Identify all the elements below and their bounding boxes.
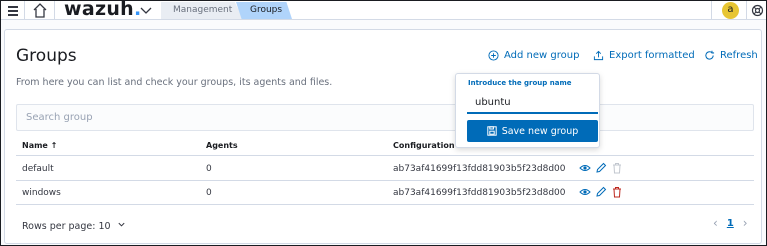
menu-icon-bar [8,10,18,12]
save-new-group-label: Save new group [501,125,579,137]
column-agents-header[interactable]: Agents [206,141,238,150]
page-title: Groups [16,46,77,66]
top-header: wazuh. Management Groups a [1,1,766,20]
table-header: Name ↑ Agents Configuration check [16,136,754,156]
trash-icon [613,163,621,174]
refresh-label: Refresh [720,50,758,61]
menu-icon-bar [8,14,18,16]
plus-in-circle-icon [488,50,499,61]
group-name-input[interactable] [467,92,598,114]
row-name: windows [22,188,61,198]
groups-panel: Groups Add new group Export formatted Re… [4,29,762,244]
trash-icon[interactable] [611,186,623,198]
refresh-icon [705,50,715,60]
user-menu[interactable]: a [711,1,745,20]
search-group-input[interactable]: Search group [16,104,754,131]
column-name-header[interactable]: Name ↑ [22,141,57,150]
add-new-group-label: Add new group [504,50,580,61]
export-icon [593,50,604,61]
export-formatted-button[interactable]: Export formatted [593,50,695,61]
add-new-group-button[interactable]: Add new group [488,50,579,61]
eye-icon[interactable] [579,162,591,174]
rows-per-page-select[interactable]: Rows per page: 10 [22,220,126,232]
row-config-checksum: ab73af41699f13fdd81903b5f23d8d00 [393,188,566,198]
home-button[interactable] [25,1,55,20]
row-actions [579,162,623,174]
pencil-icon[interactable] [595,186,607,198]
breadcrumb-management[interactable]: Management [161,2,243,19]
app-window: wazuh. Management Groups a Groups Add ne… [0,0,767,246]
page-description: From here you can list and check your gr… [16,77,333,88]
row-agents: 0 [206,164,212,174]
help-icon [751,4,764,17]
previous-page-icon[interactable]: ‹ [713,216,718,230]
breadcrumb-groups: Groups [236,2,292,19]
add-group-popover: Introduce the group name Save new group [455,73,600,148]
row-actions [579,186,623,198]
menu-button[interactable] [1,1,25,20]
pencil-icon[interactable] [595,162,607,174]
wazuh-logo[interactable]: wazuh. [64,0,142,20]
pagination: ‹ 1 › [713,216,748,230]
avatar[interactable]: a [722,2,739,19]
logo-text: wazuh [64,0,134,20]
save-new-group-button[interactable]: Save new group [467,120,598,142]
row-agents: 0 [206,188,212,198]
page-number-button[interactable]: 1 [727,218,734,229]
row-name: default [22,164,54,174]
chevron-down-icon [118,222,125,227]
sort-ascending-icon: ↑ [50,141,58,150]
group-name-label: Introduce the group name [468,79,572,87]
menu-icon [8,6,18,8]
save-icon [487,126,497,136]
table-row[interactable]: windows 0 ab73af41699f13fdd81903b5f23d8d… [16,181,754,205]
rows-per-page-label: Rows per page: 10 [22,221,111,232]
eye-icon[interactable] [579,186,591,198]
home-icon [33,3,47,18]
next-page-icon[interactable]: › [743,216,748,230]
export-formatted-label: Export formatted [609,50,695,61]
column-name-label: Name [22,141,48,150]
refresh-button[interactable]: Refresh [704,50,758,61]
table-row[interactable]: default 0 ab73af41699f13fdd81903b5f23d8d… [16,157,754,181]
help-button[interactable] [746,1,766,20]
chevron-down-icon[interactable] [138,2,154,18]
row-config-checksum: ab73af41699f13fdd81903b5f23d8d00 [393,164,566,174]
